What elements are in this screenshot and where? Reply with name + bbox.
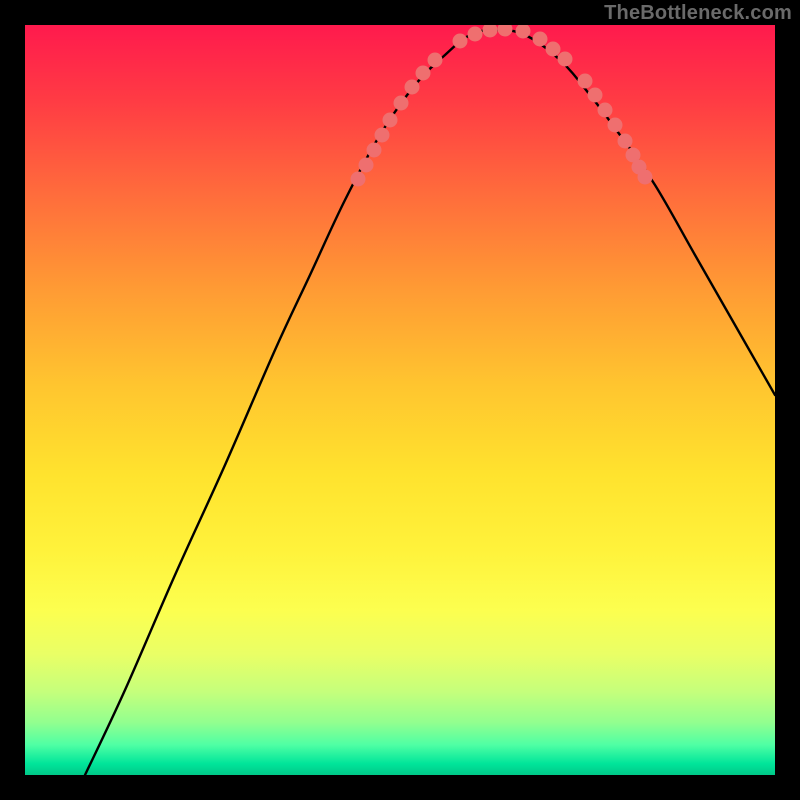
chart-frame: TheBottleneck.com [0,0,800,800]
watermark-text: TheBottleneck.com [604,2,792,25]
chart-plot-area [25,25,775,775]
